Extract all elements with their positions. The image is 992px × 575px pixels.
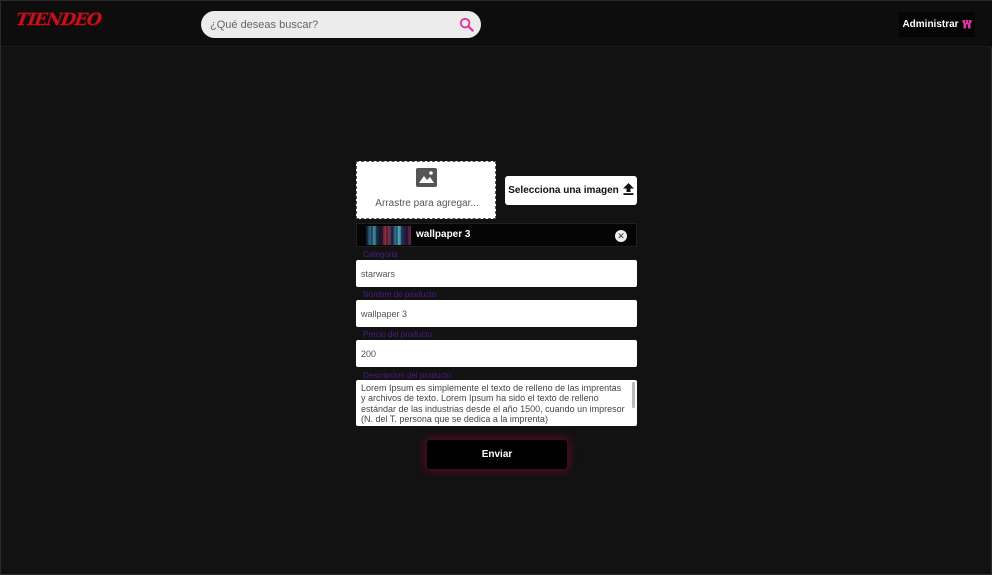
description-field[interactable]: Lorem Ipsum es simplemente el texto de r… [356,380,637,426]
file-name: wallpaper 3 [416,229,471,240]
product-name-label: Nombre de producto [363,290,436,299]
admin-button[interactable]: Administrar [899,12,975,37]
file-thumbnail [366,226,411,245]
upload-icon [622,182,634,200]
search-icon[interactable] [458,16,474,32]
image-dropzone[interactable]: Arrastre para agregar... [356,161,496,219]
select-image-label: Selecciona una imagen [508,185,619,196]
category-field[interactable] [356,260,637,287]
dropzone-text: Arrastre para agregar... [375,198,479,209]
price-field[interactable] [356,340,637,367]
selected-file: wallpaper 3 ✕ [356,223,637,247]
category-label: Categoria [363,250,398,259]
shop-icon [962,16,972,34]
submit-button[interactable]: Enviar [427,440,567,469]
logo[interactable]: TIENDEO [15,10,102,30]
select-image-button[interactable]: Selecciona una imagen [505,176,637,205]
navbar: TIENDEO Administrar [1,1,992,47]
admin-button-label: Administrar [902,19,959,30]
image-icon [416,168,437,187]
page: TIENDEO Administrar [0,0,992,575]
description-text: Lorem Ipsum es simplemente el texto de r… [361,383,625,425]
search-bar [201,11,481,38]
close-icon[interactable]: ✕ [615,230,627,242]
search-input[interactable] [210,11,450,38]
description-scrollbar[interactable] [632,382,635,408]
price-label: Precio del producto [363,330,432,339]
description-label: Descripcion del producto [363,371,452,380]
product-name-field[interactable] [356,300,637,327]
